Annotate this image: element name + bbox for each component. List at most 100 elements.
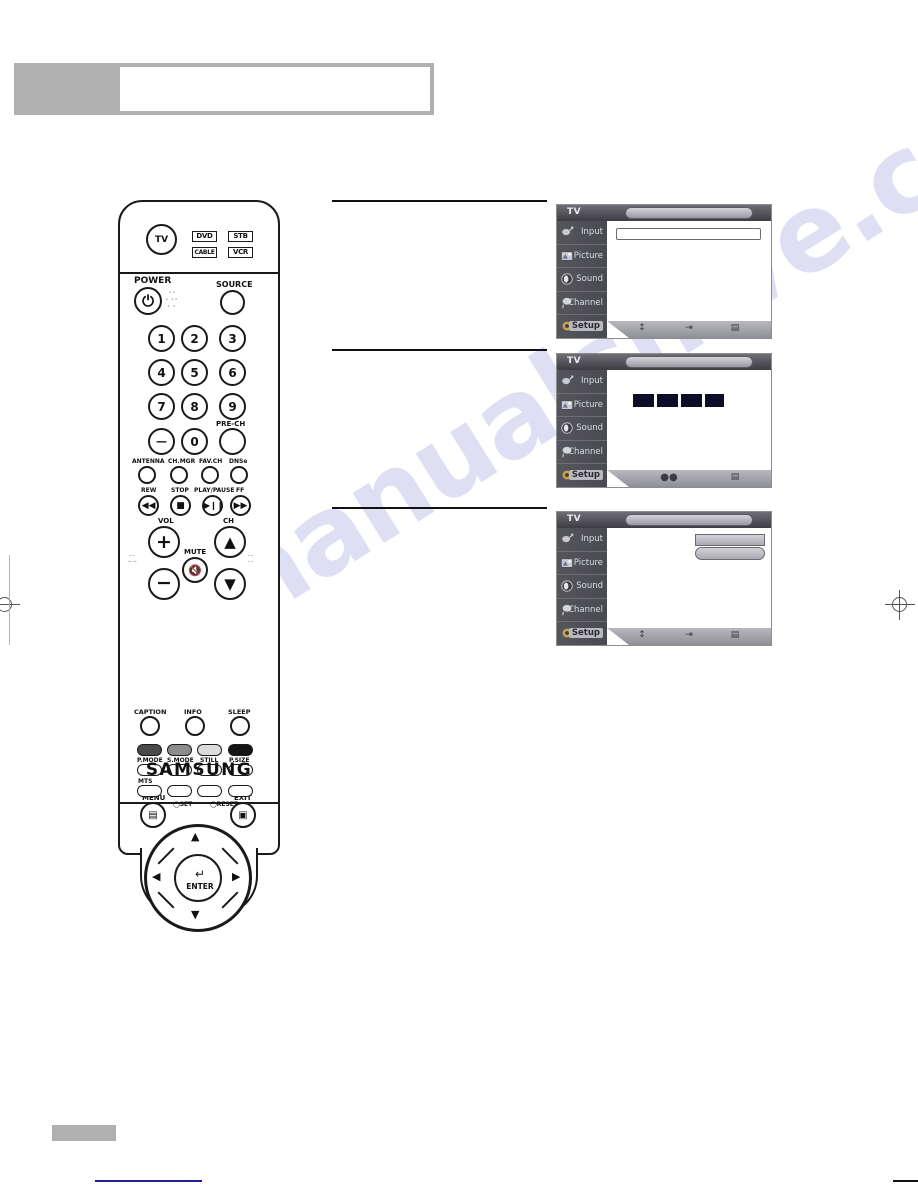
remote-divider-top — [118, 272, 280, 274]
footer-black-rule — [893, 1180, 918, 1182]
navpad-left-arrow-icon[interactable]: ◀ — [152, 870, 160, 883]
sidebar-item-channel-2[interactable]: Channel — [557, 441, 607, 465]
remote-key-0[interactable]: 0 — [181, 428, 208, 455]
remote-key-7[interactable]: 7 — [148, 393, 175, 420]
remote-stop-button[interactable]: ■ — [170, 495, 191, 516]
remote-prech-button[interactable] — [219, 428, 246, 455]
tv-dropdown-box-top[interactable] — [695, 534, 765, 546]
tv-option-block-3[interactable] — [681, 394, 702, 407]
remote-source-button[interactable] — [220, 290, 245, 315]
sidebar-item-setup-3[interactable]: Setup — [557, 622, 607, 645]
remote-power-button[interactable]: ⏻ — [134, 287, 162, 315]
sidebar-label-input-2: Input — [580, 376, 603, 386]
tv-option-block-1[interactable] — [633, 394, 654, 407]
remote-prech-label: PRE-CH — [216, 420, 246, 428]
remote-key-1[interactable]: 1 — [148, 325, 175, 352]
remote-key-9[interactable]: 9 — [219, 393, 246, 420]
remote-set-button[interactable]: ◯SET — [173, 801, 192, 808]
remote-enter-button[interactable]: ↵ ENTER — [174, 854, 222, 902]
remote-ch-down-button[interactable]: ▼ — [214, 568, 246, 600]
tv-field-highlight-1[interactable] — [616, 228, 761, 240]
enter-icon: ⇥ — [685, 323, 693, 333]
remote-control-illustration: TV DVD STB CABLE VCR POWER ⏻ ◦ ◦ ◦ ◦ ◦ ◦ … — [118, 200, 280, 932]
remote-color-button-psize[interactable] — [228, 744, 253, 756]
remote-button-dvd-label: DVD — [196, 232, 213, 240]
remote-mts-button[interactable] — [137, 785, 162, 797]
remote-set-label: SET — [179, 801, 193, 808]
remote-ir-dots-left: ◦ ◦ ◦◦ ◦◦ — [128, 553, 137, 565]
remote-key-dash[interactable]: — — [148, 428, 175, 455]
registration-mark-right — [885, 590, 915, 620]
sidebar-item-channel-3[interactable]: Channel — [557, 599, 607, 623]
sidebar-item-setup-1[interactable]: Setup — [557, 315, 607, 338]
sidebar-item-channel-1[interactable]: Channel — [557, 292, 607, 316]
sidebar-item-sound-3[interactable]: Sound — [557, 575, 607, 599]
remote-key-0-label: 0 — [190, 435, 199, 449]
remote-dnse-button[interactable] — [230, 466, 248, 484]
remote-menu-button[interactable]: ▤ — [140, 802, 166, 828]
sidebar-item-input-2[interactable]: Input — [557, 370, 607, 394]
remote-button-tv[interactable]: TV — [146, 224, 177, 255]
remote-button-dvd[interactable]: DVD — [192, 231, 217, 242]
remote-ch-up-button[interactable]: ▲ — [214, 526, 246, 558]
picture-icon — [560, 399, 574, 410]
sidebar-item-sound-1[interactable]: Sound — [557, 268, 607, 292]
remote-key-8[interactable]: 8 — [181, 393, 208, 420]
remote-extra-button-2[interactable] — [167, 785, 192, 797]
sidebar-item-sound-2[interactable]: Sound — [557, 417, 607, 441]
tv-option-block-4[interactable] — [705, 394, 724, 407]
sidebar-item-picture-1[interactable]: Picture — [557, 245, 607, 269]
remote-color-button-smode[interactable] — [167, 744, 192, 756]
remote-key-3[interactable]: 3 — [219, 325, 246, 352]
leftright-arrow-icon: ●● — [660, 472, 678, 483]
remote-button-stb[interactable]: STB — [228, 231, 253, 242]
remote-mute-button[interactable]: 🔇 — [182, 557, 208, 583]
remote-favch-button[interactable] — [201, 466, 219, 484]
remote-chmgr-button[interactable] — [170, 466, 188, 484]
remote-info-button[interactable] — [185, 716, 205, 736]
tv-option-block-2[interactable] — [657, 394, 678, 407]
sidebar-item-setup-2[interactable]: Setup — [557, 464, 607, 487]
remote-color-button-still[interactable] — [197, 744, 222, 756]
remote-button-tv-label: TV — [154, 235, 169, 245]
navpad-up-arrow-icon[interactable]: ▲ — [191, 830, 199, 843]
remote-rew-button[interactable]: ◀◀ — [138, 495, 159, 516]
sidebar-item-input-1[interactable]: Input — [557, 221, 607, 245]
sidebar-item-picture-2[interactable]: Picture — [557, 394, 607, 418]
sidebar-label-setup-3: Setup — [568, 628, 603, 639]
remote-antenna-button[interactable] — [138, 466, 156, 484]
remote-playpause-button[interactable]: ▶❙❙ — [202, 495, 224, 516]
navpad-right-arrow-icon[interactable]: ▶ — [232, 870, 240, 883]
sidebar-item-input-3[interactable]: Input — [557, 528, 607, 552]
remote-key-6[interactable]: 6 — [219, 359, 246, 386]
tv-osd-screenshot-3: TV Input Picture Sound Channel Setup ↕ ⇥… — [556, 511, 772, 646]
footer-blue-rule — [95, 1180, 202, 1182]
remote-extra-button-4[interactable] — [228, 785, 253, 797]
enter-icon: ⇥ — [685, 630, 693, 640]
sidebar-item-picture-3[interactable]: Picture — [557, 552, 607, 576]
tv-content-2 — [607, 370, 771, 470]
tv-dropdown-box-selected[interactable] — [695, 547, 765, 560]
remote-key-3-label: 3 — [228, 332, 237, 346]
tv-sidebar-1: Input Picture Sound Channel Setup — [557, 221, 607, 338]
remote-key-2[interactable]: 2 — [181, 325, 208, 352]
remote-vol-down-button[interactable]: − — [148, 568, 180, 600]
remote-button-cable[interactable]: CABLE — [192, 247, 217, 258]
picture-icon — [560, 250, 574, 261]
remote-color-button-pmode[interactable] — [137, 744, 162, 756]
remote-key-5[interactable]: 5 — [181, 359, 208, 386]
remote-ff-button[interactable]: ▶▶ — [230, 495, 251, 516]
remote-favch-label: FAV.CH — [199, 458, 223, 465]
remote-vol-up-button[interactable]: + — [148, 526, 180, 558]
remote-reset-button[interactable]: ◯RESET — [210, 801, 238, 808]
remote-extra-button-3[interactable] — [197, 785, 222, 797]
remote-button-vcr[interactable]: VCR — [228, 247, 253, 258]
remote-key-4[interactable]: 4 — [148, 359, 175, 386]
remote-key-2-label: 2 — [190, 332, 199, 346]
navpad-down-arrow-icon[interactable]: ▼ — [191, 908, 199, 921]
tv-topbar-label-2: TV — [567, 356, 582, 366]
remote-caption-button[interactable] — [140, 716, 160, 736]
tv-title-pill-2 — [625, 356, 753, 368]
menu-icon: ▤ — [730, 472, 740, 482]
remote-sleep-button[interactable] — [230, 716, 250, 736]
